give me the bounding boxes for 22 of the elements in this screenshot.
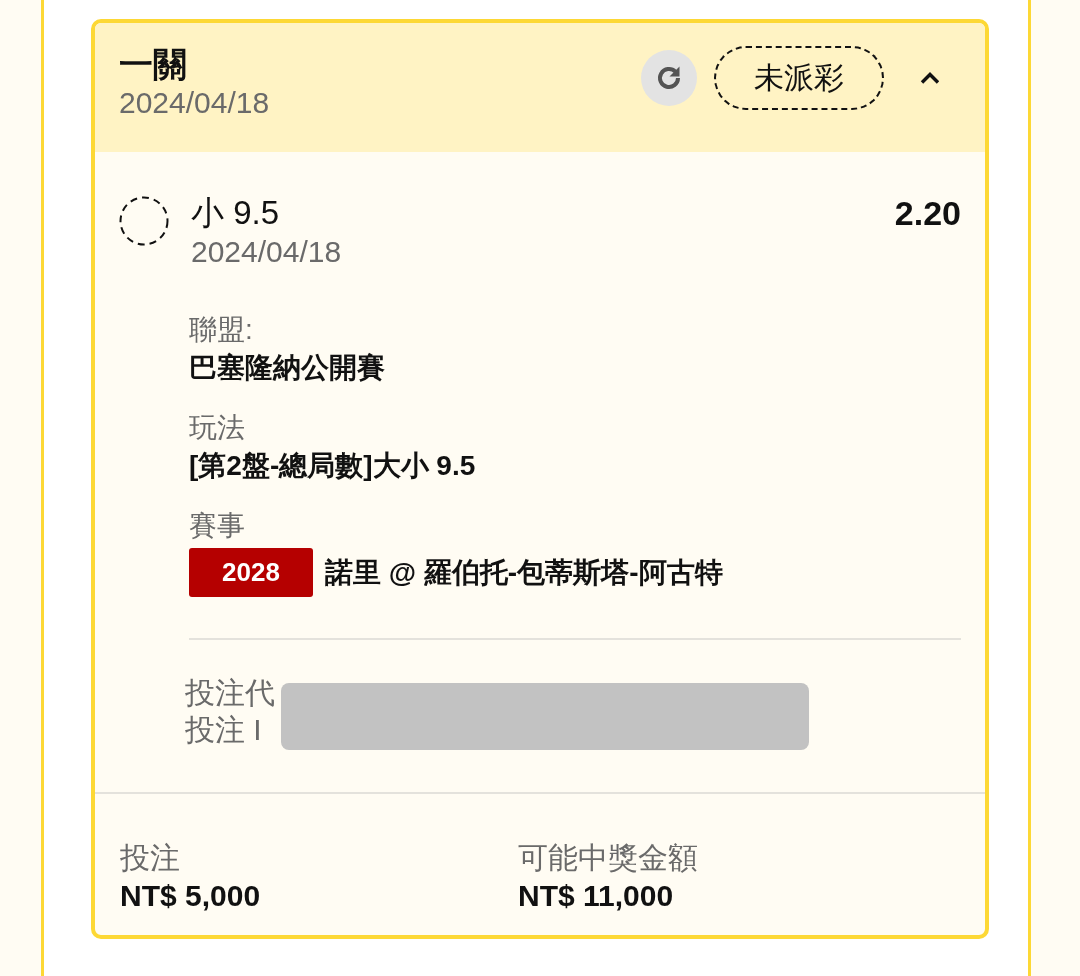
detail-value: [第2盤-總局數]大小 9.5 xyxy=(189,449,477,483)
chevron-up-icon xyxy=(920,72,940,84)
total-value: NT$ 5,000 xyxy=(120,878,262,914)
selection-name: 小 9.5 xyxy=(191,193,281,233)
refresh-button[interactable] xyxy=(641,50,697,106)
bet-info-text: 投注 I xyxy=(185,712,263,748)
detail-label: 賽事 xyxy=(189,509,246,543)
bet-info-text: 投注代 xyxy=(185,675,275,711)
odds-value: 2.20 xyxy=(894,193,961,233)
detail-value: 巴塞隆納公開賽 xyxy=(189,351,386,385)
detail-label: 玩法 xyxy=(189,411,246,445)
status-label: 未派彩 xyxy=(714,46,884,110)
selection-date: 2024/04/18 xyxy=(191,234,343,270)
bet-type-title: 一關 xyxy=(119,44,188,85)
event-name: 諾里 @ 羅伯托-包蒂斯塔-阿古特 xyxy=(325,555,723,590)
total-value: NT$ 11,000 xyxy=(518,878,675,914)
total-label: 投注 xyxy=(120,840,181,876)
detail-label: 聯盟: xyxy=(189,313,254,347)
total-label: 可能中獎金額 xyxy=(518,840,699,876)
dashed-circle-icon xyxy=(119,196,169,246)
bet-date: 2024/04/18 xyxy=(119,85,270,121)
event-number-tag: 2028 xyxy=(189,548,313,597)
